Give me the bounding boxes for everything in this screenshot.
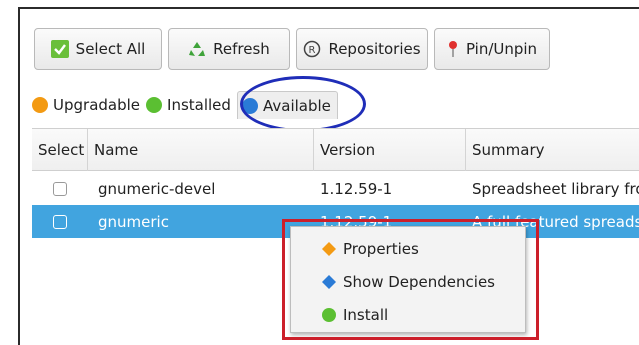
recycle-icon: [188, 40, 206, 58]
row-checkbox[interactable]: [53, 181, 67, 196]
column-header-select[interactable]: Select: [32, 129, 88, 171]
registered-icon: R: [303, 40, 321, 58]
checkmark-icon: [50, 40, 69, 58]
tab-installed-label: Installed: [167, 96, 231, 114]
package-name: gnumeric: [98, 212, 169, 231]
pin-unpin-label: Pin/Unpin: [465, 40, 538, 58]
select-all-button[interactable]: Select All: [34, 28, 162, 70]
refresh-button[interactable]: Refresh: [168, 28, 290, 70]
svg-text:R: R: [309, 45, 316, 56]
orange-circle-icon: [32, 97, 48, 113]
window-frame-top: [18, 7, 639, 9]
column-header-summary[interactable]: Summary: [466, 129, 639, 171]
green-circle-icon: [146, 97, 163, 113]
select-all-label: Select All: [75, 40, 146, 58]
annotation-rectangle: [282, 219, 539, 340]
tab-upgradable[interactable]: Upgradable: [32, 96, 140, 114]
column-header-version[interactable]: Version: [314, 129, 466, 171]
row-checkbox[interactable]: [53, 214, 67, 229]
tab-upgradable-label: Upgradable: [53, 96, 141, 114]
annotation-ellipse: [240, 76, 366, 132]
table-row[interactable]: gnumeric-devel 1.12.59-1 Spreadsheet lib…: [32, 172, 639, 205]
package-summary: Spreadsheet library fro: [472, 179, 639, 198]
pin-unpin-button[interactable]: Pin/Unpin: [434, 28, 550, 70]
pushpin-icon: [447, 40, 459, 58]
refresh-label: Refresh: [213, 40, 270, 58]
repositories-button[interactable]: R Repositories: [296, 28, 428, 70]
table-header: Select Name Version Summary: [32, 129, 639, 171]
repositories-label: Repositories: [328, 40, 421, 58]
window-frame-left: [18, 7, 20, 345]
column-header-name[interactable]: Name: [88, 129, 314, 171]
tab-installed[interactable]: Installed: [146, 96, 231, 114]
row-select-cell: [32, 205, 88, 238]
package-version: 1.12.59-1: [320, 179, 393, 198]
toolbar: Select All Refresh R Repositories Pin/Un…: [34, 28, 550, 70]
row-select-cell: [32, 172, 88, 205]
package-name: gnumeric-devel: [98, 179, 216, 198]
